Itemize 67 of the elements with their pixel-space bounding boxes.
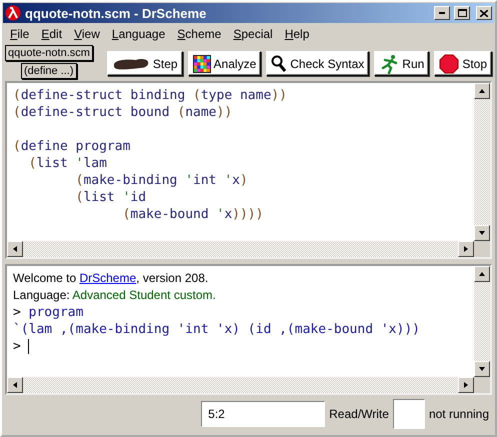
code-line: (make-binding 'int 'x) [74,172,248,189]
lambda-logo-icon [5,5,21,21]
up-arrow-icon [478,271,486,277]
scroll-down-button[interactable] [474,225,490,241]
position-field: 5:2 [201,401,326,427]
color-grid-icon [192,54,211,72]
horizontal-scrollbar[interactable] [7,377,474,393]
window-title: qquote-notn.scm - DrScheme [25,6,208,20]
scroll-down-button[interactable] [474,361,490,377]
code-line: (list 'id [74,189,146,206]
scrollbar-corner [474,377,490,393]
close-button[interactable] [476,6,492,20]
repl-line: `(lam ,(make-binding 'int 'x) (id ,(make-bound 'x))) [13,321,420,338]
left-arrow-icon [12,381,18,389]
toolbar-button[interactable]: Step [106,51,183,76]
running-status-text: not running [428,407,489,421]
drscheme-link[interactable]: DrScheme [79,271,136,285]
running-man-icon [379,54,400,74]
toolbar-button[interactable]: Stop [434,51,492,76]
vertical-scrollbar[interactable] [474,83,490,241]
minimize-button[interactable] [434,6,450,20]
scroll-up-button[interactable] [474,266,490,282]
stop-sign-icon [439,54,460,74]
toolbar-button[interactable]: Analyze [188,51,262,76]
close-icon [480,10,488,16]
right-arrow-icon [463,381,469,389]
repl-line: > program [13,304,84,321]
menu-item[interactable]: File [4,27,36,41]
maximize-button[interactable] [454,6,470,20]
menu-item[interactable]: Special [227,27,279,41]
scrollbar-corner [474,241,490,257]
language-text: Language: Advanced Student custom. [13,287,216,304]
read-write-label: Read/Write [329,407,389,421]
scroll-right-button[interactable] [458,377,474,393]
vertical-scrollbar[interactable] [474,266,490,377]
define-menu-button[interactable]: (define ...) [21,63,77,79]
minimize-icon [439,12,445,14]
maximize-icon [458,9,466,17]
code-line: (define-struct binding (type name)) [13,87,287,104]
left-arrow-icon [12,245,18,253]
right-arrow-icon [463,245,469,253]
horizontal-scrollbar[interactable] [7,241,474,257]
scroll-left-button[interactable] [7,377,23,393]
menu-item[interactable]: Edit [35,27,68,41]
scroll-up-button[interactable] [474,83,490,99]
menu-item[interactable]: Help [278,27,316,41]
menu-item[interactable]: Language [106,27,172,41]
interactions-pane[interactable]: Welcome to DrScheme, version 208. Language: Advanced Student custom. > program `(lam ,(make-binding 'int 'x) (id ,(make-bound 'x))) > [5,264,492,395]
code-line: (define program [13,138,130,155]
scroll-right-button[interactable] [458,241,474,257]
code-line: (list 'lam [28,155,107,172]
code-line: (define-struct bound (name)) [13,104,232,121]
menu-item[interactable]: Scheme [171,27,228,41]
down-arrow-icon [478,366,486,372]
scroll-left-button[interactable] [7,241,23,257]
down-arrow-icon [478,230,486,236]
search-icon [271,54,288,72]
toolbar-button[interactable]: Run [374,51,430,76]
up-arrow-icon [478,88,486,94]
toolbar-button[interactable]: Check Syntax [266,51,370,76]
definitions-editor[interactable]: (define-struct binding (type name)) (define-struct bound (name)) (define program (list 'lam (make-binding 'int 'x) (list 'id (make-bound 'x)))) [5,81,492,259]
welcome-text: Welcome to DrScheme, version 208. [13,270,208,287]
code-line: (make-bound 'x)))) [122,206,264,223]
status-box [392,399,425,429]
repl-line: > [13,338,29,355]
file-name-button[interactable]: qquote-notn.scm [5,45,93,61]
menu-item[interactable]: View [68,27,106,41]
